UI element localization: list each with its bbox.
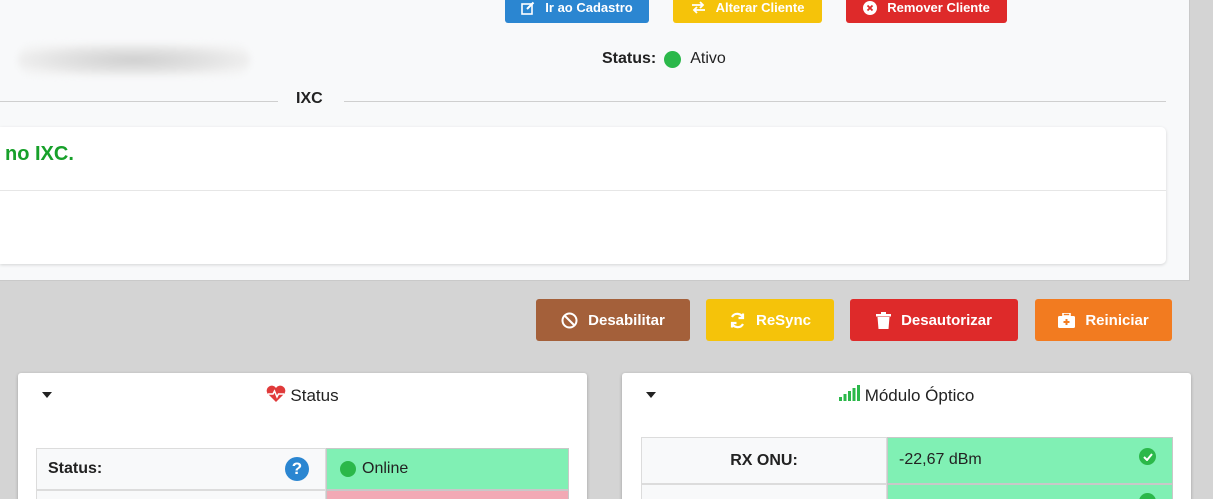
disable-label: Desabilitar — [588, 311, 665, 329]
status-dot-icon — [664, 50, 682, 68]
ixc-card: no IXC. — [0, 127, 1166, 264]
table-row: RX ONU: -22,67 dBm — [641, 437, 1173, 484]
times-circle-icon — [863, 0, 878, 15]
ixc-card-separator — [0, 190, 1166, 191]
status-card: Status Status: ? Online — [18, 373, 587, 499]
heartbeat-icon — [266, 385, 286, 407]
help-icon[interactable]: ? — [285, 457, 309, 481]
check-circle-icon — [1139, 493, 1156, 499]
disable-button[interactable]: Desabilitar — [536, 299, 690, 341]
status-card-title-text: Status — [290, 386, 339, 405]
status-card-title: Status — [18, 385, 587, 407]
online-dot-icon — [340, 461, 356, 477]
ixc-section-title: IXC — [296, 90, 323, 107]
rx-onu-label-text: RX ONU: — [730, 451, 798, 469]
client-panel: Ir ao Cadastro Alterar Cliente Remover C… — [0, 0, 1190, 281]
check-circle-icon — [1139, 448, 1156, 465]
go-to-registration-label: Ir ao Cadastro — [545, 0, 633, 15]
trash-icon — [876, 311, 892, 329]
change-client-button[interactable]: Alterar Cliente — [673, 0, 822, 23]
rx-onu-value-text: -22,67 dBm — [899, 450, 982, 468]
client-status-label: Status: — [602, 50, 657, 67]
change-client-label: Alterar Cliente — [715, 0, 805, 15]
status-value-text: Online — [362, 460, 409, 477]
ban-icon — [561, 312, 578, 329]
client-status-value: Ativo — [690, 50, 726, 67]
table-row — [641, 484, 1173, 499]
status-row-label: Status: ? — [36, 448, 326, 490]
optical-row2-value — [887, 484, 1173, 499]
exchange-icon — [691, 1, 706, 14]
blurred-client-info — [18, 44, 250, 76]
ixc-message: no IXC. — [5, 143, 74, 165]
restart-button[interactable]: Reiniciar — [1035, 299, 1172, 341]
optical-card-title-text: Módulo Óptico — [864, 385, 975, 405]
divider-right — [344, 101, 1166, 102]
remove-client-button[interactable]: Remover Cliente — [846, 0, 1007, 23]
divider-left — [0, 101, 278, 102]
status-row2-value — [326, 490, 569, 499]
restart-label: Reiniciar — [1085, 311, 1149, 329]
status-label-text: Status: — [48, 460, 103, 477]
resync-label: ReSync — [755, 311, 812, 329]
remove-client-label: Remover Cliente — [887, 0, 990, 15]
deauthorize-label: Desautorizar — [901, 311, 992, 329]
deauthorize-button[interactable]: Desautorizar — [850, 299, 1018, 341]
first-aid-icon — [1058, 312, 1076, 328]
signal-bars-icon — [838, 385, 861, 406]
edit-icon — [521, 1, 535, 15]
resync-button[interactable]: ReSync — [706, 299, 834, 341]
optical-module-card: Módulo Óptico RX ONU: -22,67 dBm — [622, 373, 1191, 499]
go-to-registration-button[interactable]: Ir ao Cadastro — [505, 0, 649, 23]
rx-onu-value: -22,67 dBm — [887, 437, 1173, 484]
optical-card-title: Módulo Óptico — [622, 385, 1191, 406]
table-row: Status: ? Online — [36, 448, 569, 490]
client-status: Status: Ativo — [602, 50, 726, 68]
optical-row2-label — [641, 484, 887, 499]
status-row2-label — [36, 490, 326, 499]
sync-icon — [729, 312, 746, 329]
table-row — [36, 490, 569, 499]
status-row-value: Online — [326, 448, 569, 490]
rx-onu-label: RX ONU: — [641, 437, 887, 484]
